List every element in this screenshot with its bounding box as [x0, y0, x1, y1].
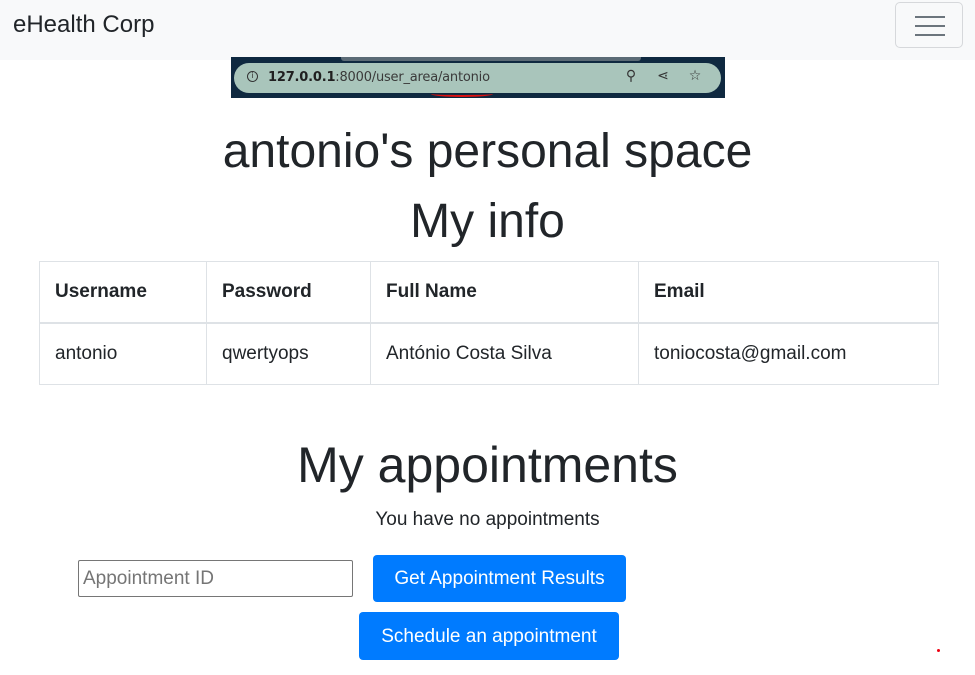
column-header-password: Password — [206, 261, 371, 324]
column-header-full-name: Full Name — [370, 261, 639, 324]
appointment-id-input[interactable] — [78, 560, 353, 597]
cell-full-name: António Costa Silva — [370, 322, 639, 385]
red-underline-mark — [431, 91, 493, 97]
zoom-icon: ⚲ — [625, 68, 637, 84]
table-header-row: Username Password Full Name Email — [39, 261, 939, 324]
address-bar: i 127.0.0.1:8000/user_area/antonio ⚲ ⋖ ☆ — [234, 63, 721, 97]
url-text: 127.0.0.1:8000/user_area/antonio — [268, 70, 490, 85]
page-title: antonio's personal space — [222, 125, 753, 178]
cell-password: qwertyops — [206, 322, 371, 385]
navbar-toggler-button[interactable] — [895, 2, 963, 48]
user-info-table: Username Password Full Name Email antoni… — [39, 261, 939, 385]
hamburger-menu-icon-bar — [915, 25, 945, 27]
my-appointments-heading: My appointments — [297, 437, 678, 493]
schedule-appointment-button[interactable]: Schedule an appointment — [359, 612, 619, 660]
hamburger-menu-icon — [915, 16, 945, 18]
my-info-heading: My info — [410, 195, 565, 248]
column-header-username: Username — [39, 261, 207, 324]
table-row: antonio qwertyops António Costa Silva to… — [39, 322, 939, 385]
address-bar-icons: ⚲ ⋖ ☆ — [615, 68, 711, 84]
brand-link[interactable]: eHealth Corp — [13, 11, 154, 39]
column-header-email: Email — [638, 261, 939, 324]
red-dot-mark — [937, 649, 940, 652]
url-screenshot-image: i 127.0.0.1:8000/user_area/antonio ⚲ ⋖ ☆ — [231, 57, 725, 98]
info-icon: i — [247, 71, 258, 82]
star-icon: ☆ — [688, 68, 702, 84]
cell-username: antonio — [39, 322, 207, 385]
cell-email: toniocosta@gmail.com — [638, 322, 939, 385]
hamburger-menu-icon-bar — [915, 34, 945, 36]
navbar: eHealth Corp — [0, 0, 975, 60]
share-icon: ⋖ — [657, 68, 669, 84]
get-appointment-results-button[interactable]: Get Appointment Results — [373, 555, 626, 602]
tab-edge — [341, 57, 641, 61]
no-appointments-text: You have no appointments — [375, 509, 600, 530]
